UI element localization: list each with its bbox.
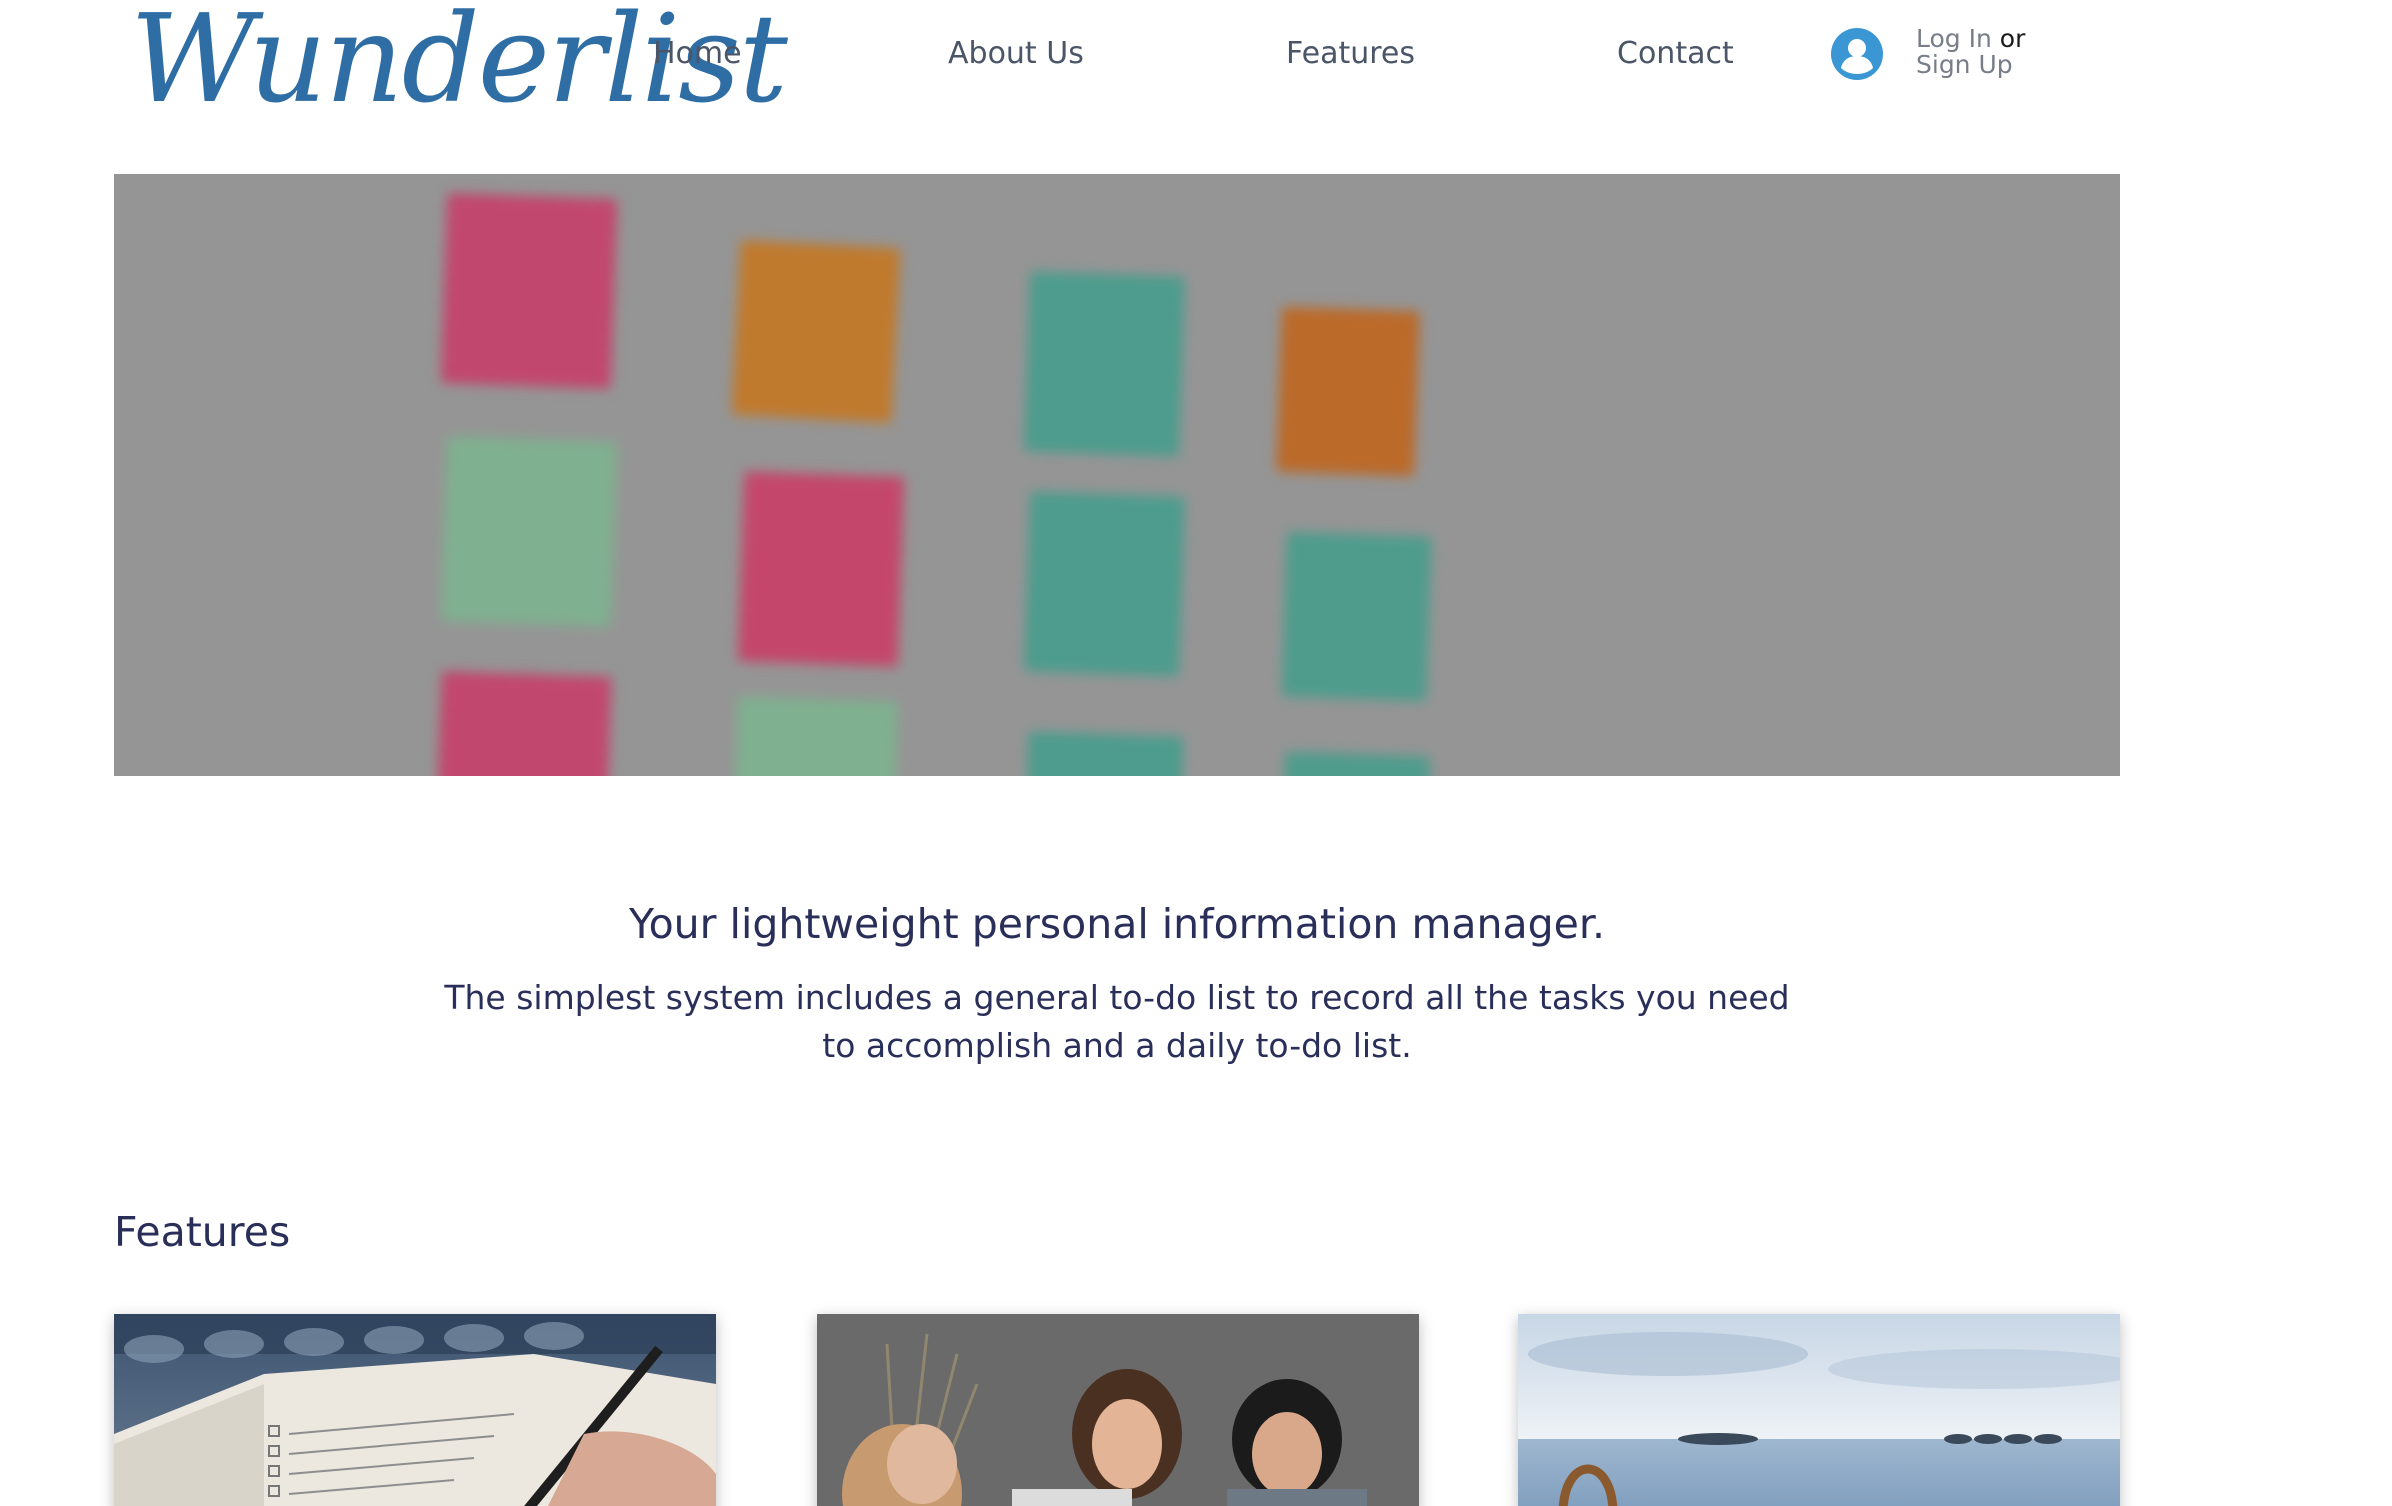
intro-description: The simplest system includes a general t…: [444, 978, 1790, 1065]
features-heading: Features: [114, 1208, 291, 1256]
notebook-image: [114, 1314, 716, 1506]
feature-card-pier[interactable]: [1518, 1314, 2120, 1506]
signup-link[interactable]: Sign Up: [1916, 50, 2013, 79]
sticky-note: [1025, 731, 1184, 776]
hero-image: [114, 174, 2120, 776]
auth-or-text: or: [1999, 24, 2026, 53]
pier-image: [1518, 1314, 2120, 1506]
feature-card-notebook[interactable]: [114, 1314, 716, 1506]
nav-about-us[interactable]: About Us: [948, 32, 1084, 76]
feature-card-team[interactable]: [817, 1314, 1419, 1506]
sticky-note: [1281, 531, 1432, 702]
sticky-note: [1282, 751, 1431, 776]
nav-features[interactable]: Features: [1286, 32, 1415, 76]
sticky-note: [1276, 306, 1420, 477]
sticky-note: [1023, 271, 1186, 457]
sticky-note: [440, 193, 618, 389]
sticky-note: [440, 436, 618, 627]
tagline: Your lightweight personal information ma…: [629, 900, 1605, 948]
nav-home[interactable]: Home: [653, 32, 742, 76]
sticky-note: [737, 471, 905, 667]
sticky-note: [1023, 491, 1186, 677]
sticky-note: [733, 696, 899, 776]
sticky-note: [731, 239, 901, 424]
sticky-note: [436, 671, 612, 776]
team-image: [817, 1314, 1419, 1506]
nav-contact[interactable]: Contact: [1617, 32, 1734, 76]
login-link[interactable]: Log In: [1916, 24, 1992, 53]
user-avatar-icon[interactable]: [1830, 27, 1884, 81]
auth-links: Log In or Sign Up: [1916, 26, 2025, 78]
